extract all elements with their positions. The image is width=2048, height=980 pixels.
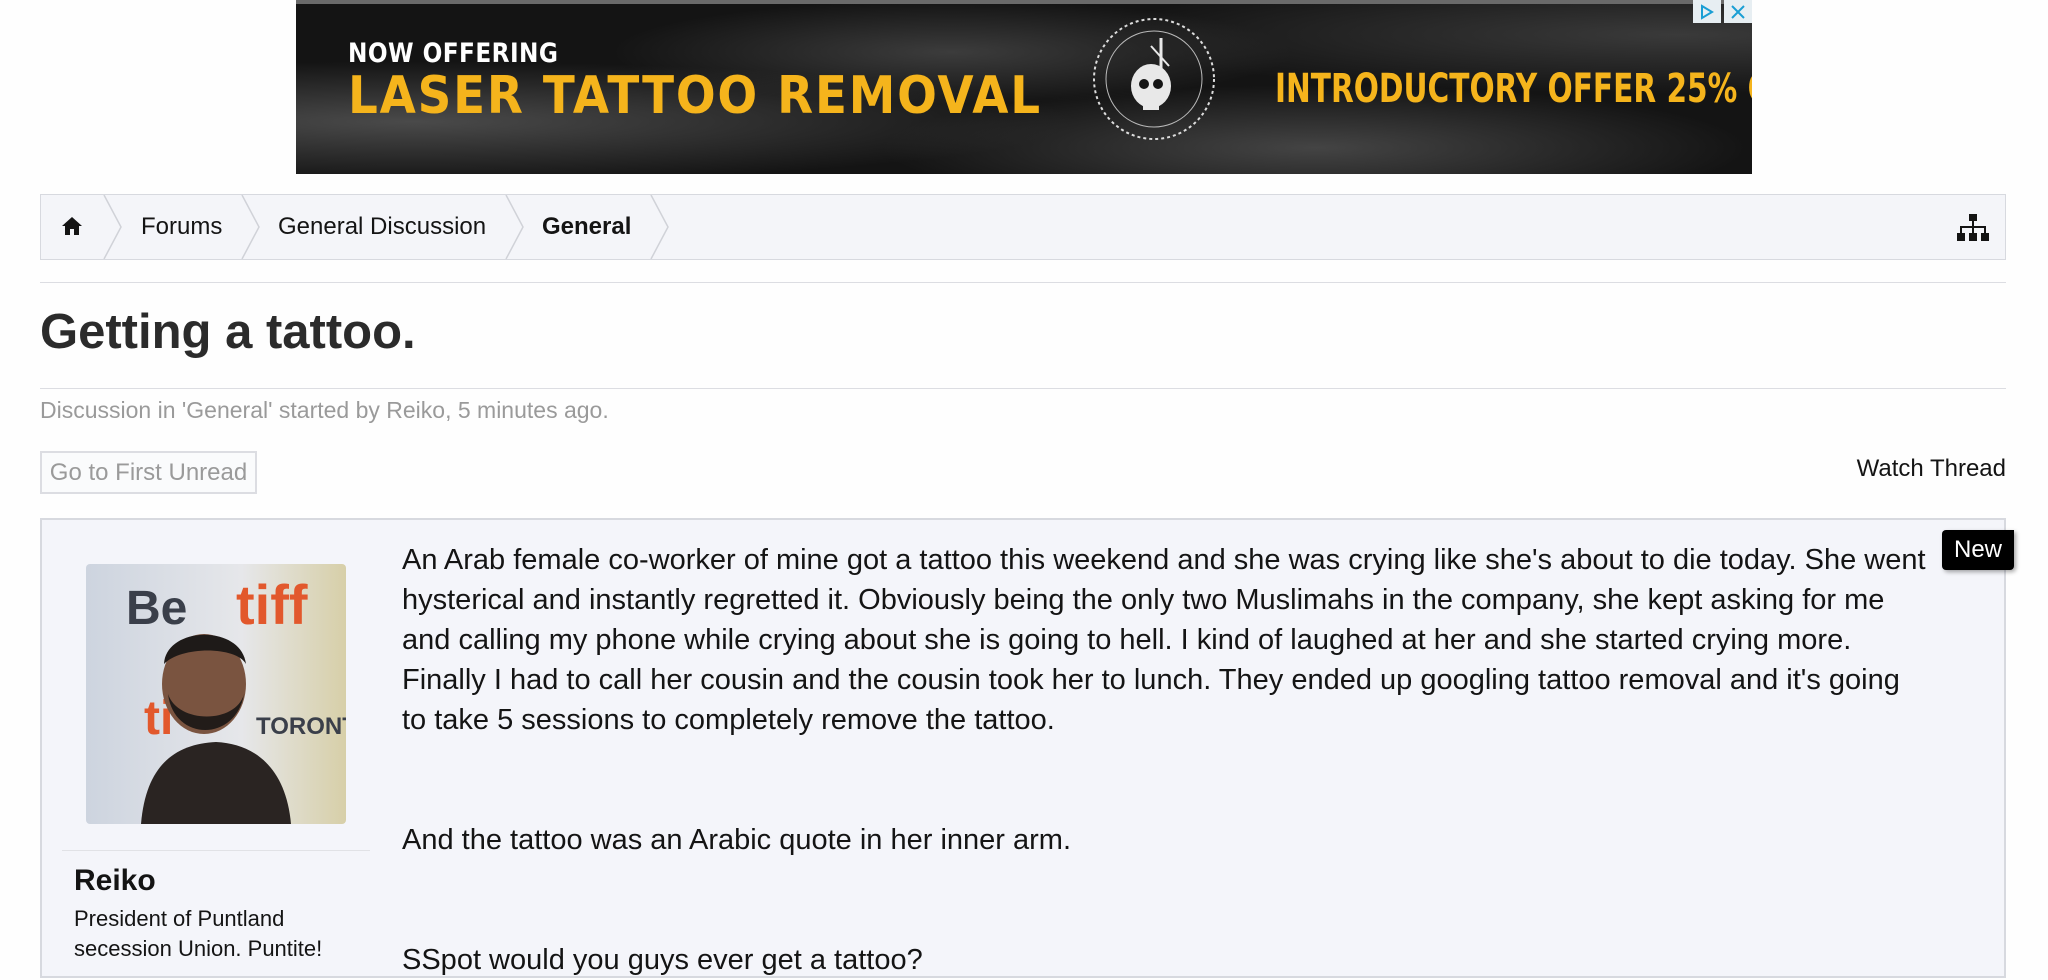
breadcrumb-general[interactable]: General — [542, 195, 631, 259]
post-paragraph: And the tattoo was an Arabic quote in he… — [402, 824, 1072, 856]
post: Be tiff TORONTO ti Reiko President of Pu… — [40, 518, 2014, 980]
go-to-first-unread-button[interactable]: Go to First Unread — [40, 451, 257, 494]
skull-logo-icon — [1093, 18, 1215, 140]
new-post-badge: New — [1942, 530, 2014, 570]
ad-offer-text: INTRODUCTORY OFFER 25% OFF — [1275, 66, 1752, 112]
breadcrumb-separator-icon — [505, 195, 524, 259]
watch-thread-link[interactable]: Watch Thread — [1857, 455, 2006, 483]
ad-controls — [1690, 0, 1752, 23]
ad-banner[interactable]: NOW OFFERING LASER TATTOO REMOVAL INTROD… — [296, 0, 1752, 174]
sitemap-icon[interactable] — [1957, 214, 1989, 242]
divider — [40, 388, 2006, 389]
post-author-title: President of Puntland secession Union. P… — [74, 906, 323, 961]
svg-text:tiff: tiff — [236, 573, 308, 636]
svg-text:TORONTO: TORONTO — [256, 713, 346, 740]
avatar-image: Be tiff TORONTO ti — [86, 564, 346, 824]
ad-headline: LASER TATTOO REMOVAL — [348, 66, 1042, 126]
breadcrumb-forums[interactable]: Forums — [141, 195, 222, 259]
post-paragraph: SSpot would you guys ever get a tattoo? — [402, 944, 923, 976]
breadcrumb-separator-icon — [650, 195, 669, 259]
adchoices-icon[interactable] — [1693, 0, 1721, 23]
breadcrumb-separator-icon — [103, 195, 122, 259]
svg-text:Be: Be — [126, 582, 187, 635]
post-paragraph: An Arab female co-worker of mine got a t… — [402, 544, 1926, 736]
breadcrumb-general-discussion[interactable]: General Discussion — [278, 195, 486, 259]
divider — [62, 850, 370, 851]
close-icon[interactable] — [1724, 0, 1752, 23]
thread-meta: Discussion in 'General' started by Reiko… — [40, 397, 609, 423]
post-author-name[interactable]: Reiko — [74, 864, 156, 898]
home-icon[interactable] — [61, 215, 83, 237]
divider — [40, 282, 2006, 283]
breadcrumb: Forums General Discussion General — [40, 194, 2006, 260]
thread-title: Getting a tattoo. — [40, 305, 416, 359]
breadcrumb-separator-icon — [241, 195, 260, 259]
ad-headline-small: NOW OFFERING — [348, 38, 559, 69]
ad-top-stripe — [296, 0, 1752, 4]
post-message: An Arab female co-worker of mine got a t… — [402, 540, 1932, 980]
avatar[interactable]: Be tiff TORONTO ti — [86, 564, 346, 824]
